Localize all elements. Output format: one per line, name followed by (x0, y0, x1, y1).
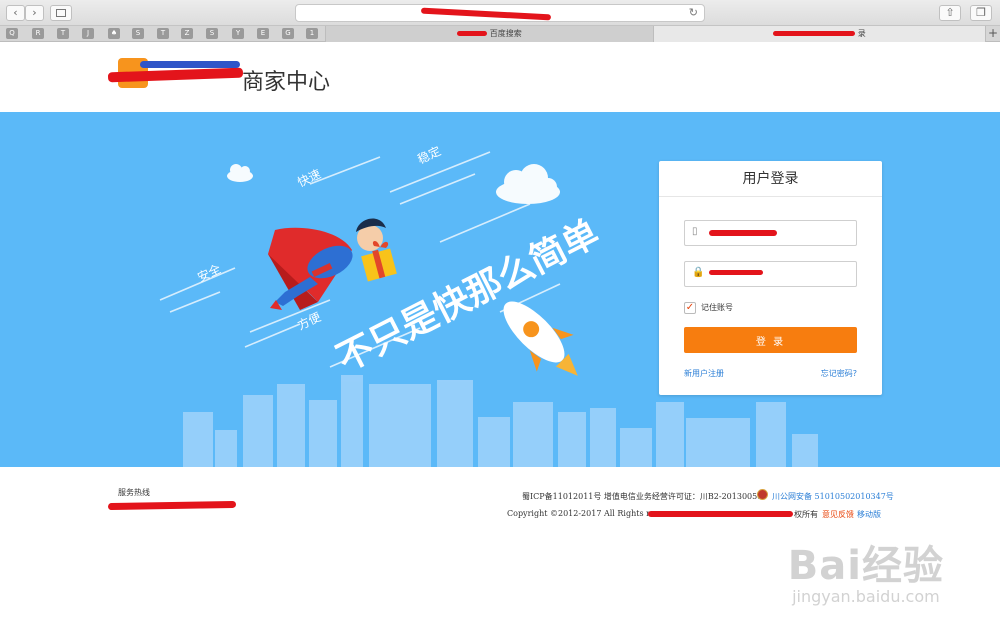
tab-label: 百度搜索 (489, 29, 522, 38)
hero-tag: 快速 (295, 167, 323, 190)
bookmark-icon[interactable]: 1 (306, 28, 318, 39)
hero-banner: 安全 方便 快速 稳定 不只是快那么简单 用户登录 ▯ 🔒 ✓ 记住账号 登 录… (0, 112, 1000, 467)
site-header: 商家中心 (0, 42, 1000, 112)
register-link[interactable]: 新用户注册 (684, 368, 724, 379)
bookmark-icon[interactable]: Y (232, 28, 244, 39)
superhero-illustration (268, 218, 397, 310)
redaction-mark (709, 230, 777, 236)
cloud-icons (227, 164, 560, 204)
bookmark-icon[interactable]: J (82, 28, 94, 39)
remember-checkbox[interactable]: ✓ (684, 302, 696, 314)
username-field[interactable]: ▯ (684, 220, 857, 246)
cloud-icon (227, 164, 253, 182)
icp-text: 蜀ICP备11012011号 增值电信业务经营许可证：川B2-20130058 (522, 492, 763, 501)
tabs-icon: ❐ (976, 6, 986, 19)
hero-tag: 安全 (195, 261, 223, 285)
phone-icon: ▯ (692, 226, 698, 237)
forward-icon: › (32, 6, 37, 19)
sidebar-icon (56, 9, 66, 17)
back-icon: ‹ (13, 6, 18, 19)
bookmark-icon[interactable]: ♠ (108, 28, 120, 39)
reload-icon[interactable]: ↻ (689, 6, 698, 19)
bookmark-icon[interactable]: S (132, 28, 144, 39)
redaction-mark (648, 511, 793, 517)
share-button[interactable]: ⇧ (939, 5, 961, 21)
bookmark-icon[interactable]: Q (6, 28, 18, 39)
cloud-icon (496, 164, 560, 204)
bookmark-icon[interactable]: S (206, 28, 218, 39)
login-title: 用户登录 (659, 161, 882, 197)
forgot-password-link[interactable]: 忘记密码? (821, 368, 857, 379)
watermark-url: jingyan.baidu.com (792, 587, 940, 606)
bookmark-icon[interactable]: T (157, 28, 169, 39)
back-button[interactable]: ‹ (6, 5, 25, 21)
address-bar[interactable]: ↻ (295, 4, 705, 22)
remember-label: 记住账号 (701, 303, 733, 312)
bookmark-icon[interactable]: G (282, 28, 294, 39)
new-tab-button[interactable]: + (985, 26, 1000, 42)
tab-label: 录 (857, 29, 866, 38)
login-button[interactable]: 登 录 (684, 327, 857, 353)
police-link[interactable]: 川公网安备 51010502010347号 (772, 492, 894, 501)
bookmarks-bar: Q R T J ♠ S T Z S Y E G 1 百度搜索 录 + (0, 26, 1000, 42)
forward-button[interactable]: › (25, 5, 44, 21)
hero-tag: 稳定 (415, 143, 443, 167)
feedback-link[interactable]: 意见反馈 (822, 510, 854, 519)
sidebar-toggle-button[interactable] (50, 5, 72, 21)
page-title: 商家中心 (242, 70, 331, 95)
mobile-version-link[interactable]: 移动版 (857, 510, 881, 519)
watermark-brand: Bai经验 (787, 543, 944, 589)
share-icon: ⇧ (945, 6, 955, 19)
redaction-mark (457, 31, 488, 36)
tab-login[interactable]: 录 (653, 26, 985, 42)
redaction-mark (140, 61, 240, 68)
site-footer: 服务热线 蜀ICP备11012011号 增值电信业务经营许可证：川B2-2013… (0, 467, 1000, 625)
browser-toolbar: ‹ › ↻ ⇧ ❐ (0, 0, 1000, 26)
lock-icon: 🔒 (692, 267, 705, 278)
baidu-watermark: Bai经验 jingyan.baidu.com (788, 533, 944, 606)
login-card: 用户登录 ▯ 🔒 ✓ 记住账号 登 录 新用户注册 忘记密码? (659, 161, 882, 395)
hotline-label: 服务热线 (118, 488, 150, 497)
bookmark-icon[interactable]: Z (181, 28, 193, 39)
rocket-illustration (503, 301, 578, 376)
redaction-mark (773, 31, 856, 36)
redaction-mark (420, 7, 552, 21)
tab-search[interactable]: 百度搜索 (325, 26, 653, 42)
rights-text: 权所有 (794, 510, 818, 519)
bookmark-icon[interactable]: T (57, 28, 69, 39)
redaction-mark (709, 270, 763, 275)
tabs-overview-button[interactable]: ❐ (970, 5, 992, 21)
password-field[interactable]: 🔒 (684, 261, 857, 287)
bookmark-icon[interactable]: E (257, 28, 269, 39)
police-badge-icon (757, 489, 768, 500)
redaction-mark (107, 500, 237, 511)
bookmark-icon[interactable]: R (32, 28, 44, 39)
